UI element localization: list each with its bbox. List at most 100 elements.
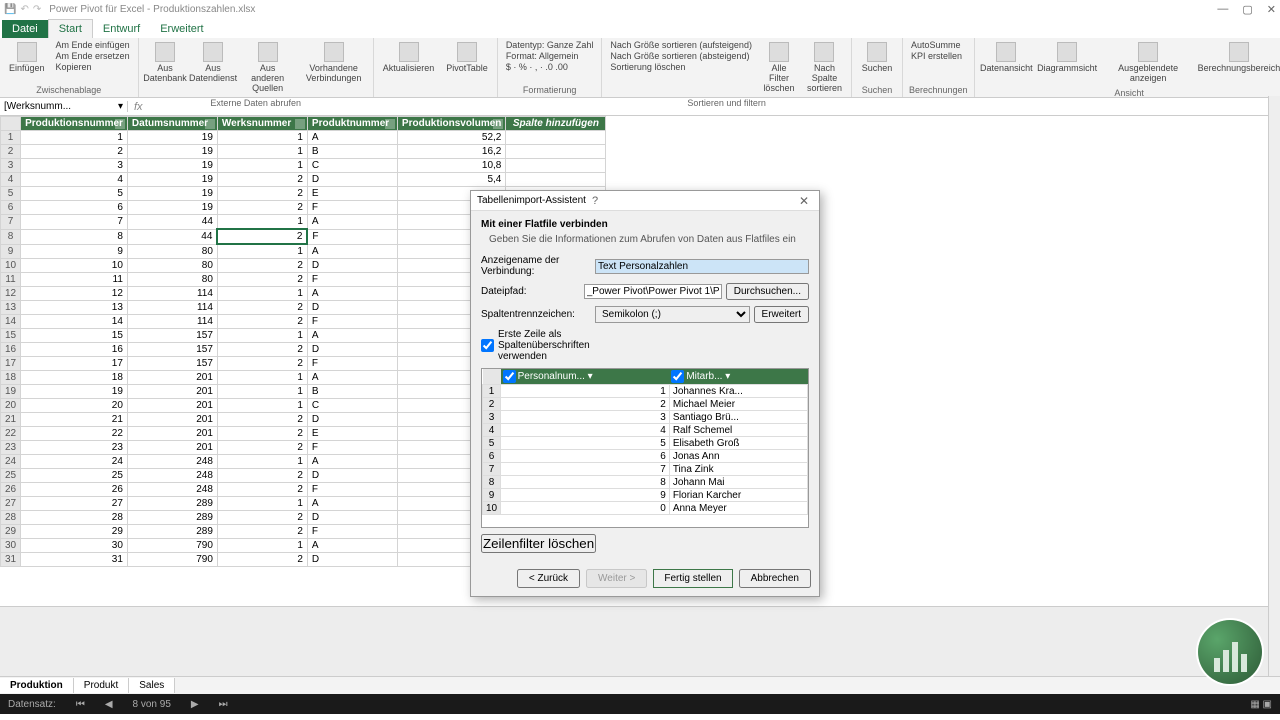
cell[interactable]: 7 <box>21 215 128 230</box>
cell[interactable]: 20 <box>21 399 128 413</box>
cell[interactable]: A <box>307 131 397 145</box>
cell[interactable]: 1 <box>217 371 307 385</box>
cell[interactable]: A <box>307 244 397 259</box>
cell[interactable]: 25 <box>21 469 128 483</box>
cell[interactable]: 1 <box>217 215 307 230</box>
filter-dropdown-icon[interactable] <box>295 119 305 129</box>
cell[interactable]: 289 <box>127 497 217 511</box>
record-nav-last[interactable]: ⏭ <box>219 699 228 710</box>
cell[interactable]: 157 <box>127 343 217 357</box>
minimize-icon[interactable]: — <box>1217 3 1228 16</box>
cell[interactable]: 2 <box>217 273 307 287</box>
cell[interactable]: 2 <box>217 301 307 315</box>
preview-row[interactable]: 100Anna Meyer <box>483 502 808 515</box>
cell[interactable]: 2 <box>217 511 307 525</box>
cancel-button[interactable]: Abbrechen <box>739 569 811 588</box>
cell[interactable]: 1 <box>217 287 307 301</box>
cell[interactable]: 2 <box>217 553 307 567</box>
cell[interactable]: 248 <box>127 469 217 483</box>
cell[interactable]: E <box>307 187 397 201</box>
cell[interactable]: 8 <box>21 229 128 244</box>
cell[interactable]: 2 <box>217 259 307 273</box>
column-header[interactable]: Produktnummer <box>307 117 397 131</box>
preview-row[interactable]: 22Michael Meier <box>483 398 808 411</box>
cell[interactable]: 5,4 <box>397 173 505 187</box>
cell[interactable]: 2 <box>217 441 307 455</box>
cell[interactable]: A <box>307 287 397 301</box>
sort-asc[interactable]: Nach Größe sortieren (aufsteigend) <box>608 40 754 50</box>
cell[interactable]: B <box>307 385 397 399</box>
record-nav-first[interactable]: ⏮ <box>76 699 85 710</box>
table-row[interactable]: 44192D5,4 <box>1 173 606 187</box>
cell[interactable]: 2 <box>217 483 307 497</box>
find-button[interactable]: Suchen <box>858 40 896 76</box>
column-header[interactable]: Werksnummer <box>217 117 307 131</box>
preview-row[interactable]: 33Santiago Brü... <box>483 411 808 424</box>
cell[interactable]: 201 <box>127 441 217 455</box>
sheet-tab-sales[interactable]: Sales <box>129 678 175 693</box>
cell[interactable]: 1 <box>217 455 307 469</box>
cell[interactable]: D <box>307 469 397 483</box>
column-header[interactable]: Datumsnummer <box>127 117 217 131</box>
cell[interactable]: 2 <box>217 343 307 357</box>
calc-area-button[interactable]: Berechnungsbereich <box>1200 40 1278 76</box>
cell[interactable]: 5 <box>21 187 128 201</box>
cell[interactable]: 289 <box>127 511 217 525</box>
cell[interactable]: 11 <box>21 273 128 287</box>
cell[interactable]: 1 <box>217 159 307 173</box>
finish-button[interactable]: Fertig stellen <box>653 569 732 588</box>
cell[interactable]: D <box>307 301 397 315</box>
tab-start[interactable]: Start <box>48 19 93 38</box>
paste-button[interactable]: Einfügen <box>6 40 48 76</box>
cell[interactable]: 13 <box>21 301 128 315</box>
cell[interactable]: 29 <box>21 525 128 539</box>
cell[interactable]: B <box>307 145 397 159</box>
tab-file[interactable]: Datei <box>2 20 48 38</box>
cell[interactable]: 80 <box>127 273 217 287</box>
cell[interactable]: 1 <box>217 131 307 145</box>
cell[interactable]: 2 <box>217 173 307 187</box>
cell[interactable]: 157 <box>127 357 217 371</box>
maximize-icon[interactable]: ▢ <box>1242 3 1252 16</box>
record-nav-prev[interactable]: ◀ <box>105 699 113 710</box>
cell[interactable]: 17 <box>21 357 128 371</box>
cell[interactable]: 114 <box>127 301 217 315</box>
data-view-button[interactable]: Datenansicht <box>981 40 1033 76</box>
cell[interactable]: F <box>307 441 397 455</box>
cell[interactable]: 9 <box>21 244 128 259</box>
cell[interactable]: A <box>307 371 397 385</box>
cell[interactable]: 1 <box>217 145 307 159</box>
cell[interactable]: D <box>307 553 397 567</box>
cell[interactable]: 2 <box>217 357 307 371</box>
cell[interactable]: 1 <box>217 497 307 511</box>
cell[interactable]: F <box>307 201 397 215</box>
fx-icon[interactable]: fx <box>128 101 149 113</box>
show-hidden-button[interactable]: Ausgeblendete anzeigen <box>1102 40 1194 86</box>
filter-dropdown-icon[interactable] <box>385 119 395 129</box>
tab-advanced[interactable]: Erweitert <box>150 20 213 38</box>
record-nav-next[interactable]: ▶ <box>191 699 199 710</box>
name-box[interactable]: [Werksnumm...▾ <box>0 101 128 112</box>
refresh-button[interactable]: Aktualisieren <box>380 40 438 76</box>
cell[interactable]: D <box>307 259 397 273</box>
cell[interactable]: 201 <box>127 427 217 441</box>
cell[interactable]: F <box>307 315 397 329</box>
cell[interactable]: 44 <box>127 229 217 244</box>
preview-column-header[interactable]: Mitarb... ▾ <box>669 369 807 385</box>
cell[interactable]: 289 <box>127 525 217 539</box>
cell[interactable]: 19 <box>127 187 217 201</box>
number-format-buttons[interactable]: $ · % · , · .0 .00 <box>504 62 596 72</box>
cell[interactable]: A <box>307 539 397 553</box>
cell[interactable]: 15 <box>21 329 128 343</box>
close-icon[interactable]: ✕ <box>1267 3 1276 16</box>
cell[interactable]: 4 <box>21 173 128 187</box>
cell[interactable]: 24 <box>21 455 128 469</box>
preview-row[interactable]: 55Elisabeth Groß <box>483 437 808 450</box>
cell[interactable]: A <box>307 329 397 343</box>
cell[interactable]: 28 <box>21 511 128 525</box>
preview-row[interactable]: 99Florian Karcher <box>483 489 808 502</box>
cell[interactable]: F <box>307 357 397 371</box>
cell[interactable]: 18 <box>21 371 128 385</box>
add-column[interactable]: Spalte hinzufügen <box>506 117 606 131</box>
cell[interactable]: 2 <box>217 315 307 329</box>
